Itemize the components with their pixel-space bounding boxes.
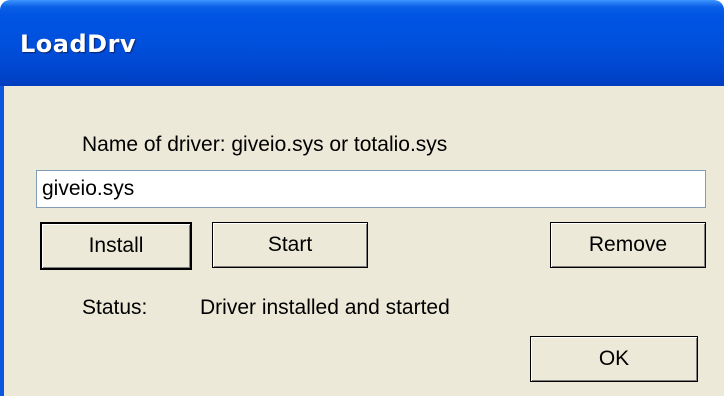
window-left-border xyxy=(0,86,4,396)
driver-name-label: Name of driver: giveio.sys or totalio.sy… xyxy=(82,133,448,156)
driver-name-input[interactable] xyxy=(36,170,706,208)
loaddrv-dialog: LoadDrv Name of driver: giveio.sys or to… xyxy=(0,0,724,396)
window-title: LoadDrv xyxy=(20,30,137,58)
install-button[interactable]: Install xyxy=(40,222,192,270)
status-label: Status: xyxy=(82,296,148,319)
remove-button[interactable]: Remove xyxy=(550,222,706,268)
status-value: Driver installed and started xyxy=(200,296,450,319)
start-button[interactable]: Start xyxy=(212,222,368,268)
title-bar[interactable]: LoadDrv xyxy=(0,0,724,86)
ok-button[interactable]: OK xyxy=(530,336,698,382)
